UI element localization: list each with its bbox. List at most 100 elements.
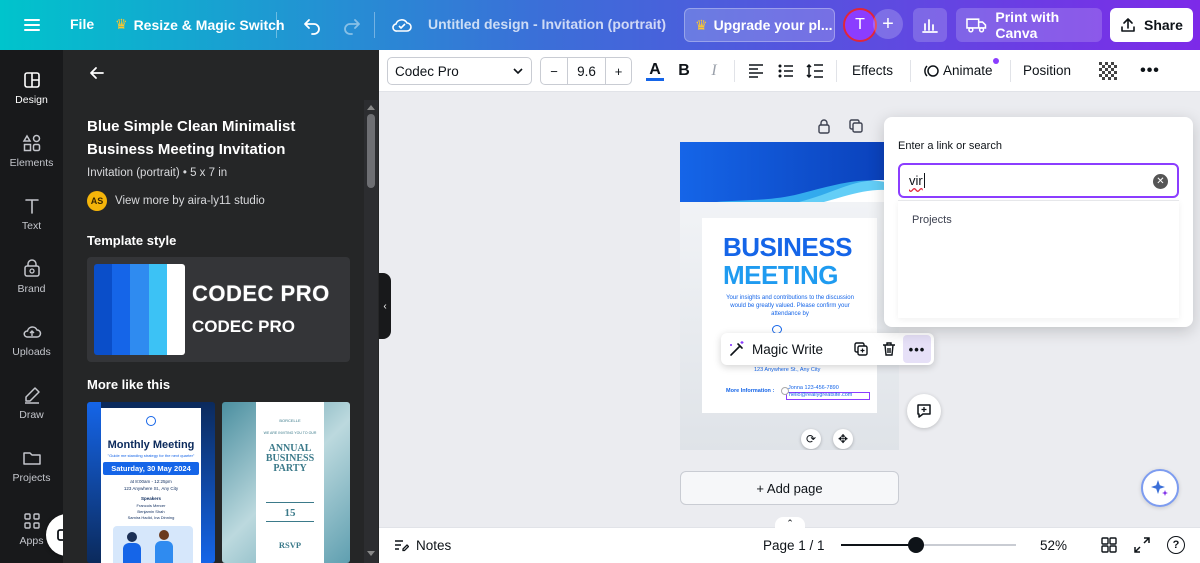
chevron-down-icon <box>513 68 523 75</box>
magic-write-button[interactable]: Magic Write <box>721 340 847 358</box>
zoom-level[interactable]: 52% <box>1040 538 1067 553</box>
rail-item-brand[interactable]: Brand <box>0 249 63 305</box>
panel-scrollbar[interactable] <box>364 100 378 563</box>
folder-icon <box>22 452 41 465</box>
increase-size-button[interactable]: + <box>605 58 631 84</box>
font-size-value[interactable]: 9.6 <box>568 58 605 84</box>
link-search-input[interactable]: vir ✕ <box>898 163 1179 198</box>
design-email-selected[interactable]: hello@reallygreatsite.com <box>786 392 870 400</box>
cloud-saved-icon[interactable] <box>384 7 420 43</box>
rail-item-design[interactable]: Design <box>0 60 63 116</box>
line-spacing-icon[interactable] <box>804 60 826 82</box>
text-color-icon[interactable]: A <box>644 60 666 82</box>
collapse-pages-button[interactable]: ⌃ <box>775 517 805 529</box>
design-more-info[interactable]: More Information : <box>726 388 774 394</box>
rail-item-elements[interactable]: Elements <box>0 123 63 179</box>
more-icon[interactable]: ••• <box>903 335 931 363</box>
thumb-speaker: Benjamin Shah <box>137 509 165 514</box>
clear-input-icon[interactable]: ✕ <box>1153 174 1168 189</box>
rotate-handle[interactable]: ⟳ <box>801 429 821 449</box>
selection-handle[interactable] <box>781 387 789 395</box>
grid-view-icon[interactable] <box>1101 537 1117 556</box>
thumb-speaker: Francois Mercer <box>136 503 166 508</box>
author-link[interactable]: AS View more by aira-ly11 studio <box>87 191 265 211</box>
decrease-size-button[interactable]: − <box>541 58 568 84</box>
effects-button[interactable]: Effects <box>852 63 893 78</box>
bulleted-list-icon[interactable] <box>775 60 797 82</box>
template-title: Blue Simple Clean Minimalist Business Me… <box>87 118 296 158</box>
collapse-panel-button[interactable]: ‹ <box>379 273 391 339</box>
align-left-icon[interactable] <box>745 60 767 82</box>
pen-icon <box>24 387 40 404</box>
template-thumbnail[interactable]: Monthly Meeting "Guide me standing strat… <box>87 402 215 563</box>
trash-icon[interactable] <box>875 335 903 363</box>
design-phone[interactable]: Jonna 123-456-7890 <box>788 385 839 391</box>
menu-icon[interactable] <box>14 7 50 43</box>
template-thumbnail[interactable]: BORCELLE WE ARE INVITING YOU TO OUR ANNU… <box>222 402 350 563</box>
fullscreen-icon[interactable] <box>1134 537 1150 556</box>
brand-icon <box>23 259 40 277</box>
link-popup: Enter a link or search vir ✕ Projects <box>884 117 1193 327</box>
magic-assistant-button[interactable] <box>1141 469 1179 507</box>
design-heading-1[interactable]: BUSINESS <box>723 232 852 263</box>
bar-chart-icon <box>922 19 938 33</box>
toolbar-divider <box>1010 60 1011 82</box>
share-button[interactable]: Share <box>1110 8 1193 42</box>
more-options-icon[interactable]: ••• <box>1139 60 1161 82</box>
scroll-up-icon <box>367 105 375 110</box>
author-link-label: View more by aira-ly11 studio <box>115 195 265 207</box>
toolbar-divider <box>734 60 735 82</box>
rail-label: Draw <box>19 409 44 421</box>
logo-icon <box>146 416 156 426</box>
apps-icon <box>23 513 40 529</box>
rail-item-text[interactable]: Text <box>0 186 63 242</box>
rail-item-projects[interactable]: Projects <box>0 438 63 494</box>
duplicate-page-icon[interactable] <box>848 118 864 134</box>
link-search-value: vir <box>909 173 923 188</box>
transparency-icon[interactable] <box>1097 60 1119 82</box>
truck-icon <box>966 18 987 33</box>
back-arrow-icon[interactable] <box>88 64 108 84</box>
notes-button[interactable]: Notes <box>393 537 451 553</box>
help-icon[interactable]: ? <box>1167 536 1185 554</box>
redo-icon[interactable] <box>334 7 370 43</box>
left-rail: Design Elements Text Brand Uploads Draw … <box>0 50 63 563</box>
thumb-header: WE ARE INVITING YOU TO OUR <box>263 431 317 435</box>
thumb-city: 123 Anywhere St., Any City <box>123 486 179 491</box>
file-menu-button[interactable]: File <box>70 16 94 32</box>
rail-item-draw[interactable]: Draw <box>0 375 63 431</box>
zoom-slider-fill <box>841 544 917 546</box>
design-address[interactable]: 123 Anywhere St., Any City <box>754 367 820 373</box>
font-family-select[interactable]: Codec Pro <box>387 57 532 85</box>
document-title[interactable]: Untitled design - Invitation (portrait) <box>428 16 666 32</box>
italic-icon[interactable]: I <box>703 60 725 82</box>
position-button[interactable]: Position <box>1023 63 1071 78</box>
resize-magic-switch-button[interactable]: ♛ Resize & Magic Switch <box>115 16 285 33</box>
animate-button[interactable]: Animate <box>943 63 993 78</box>
insights-button[interactable] <box>913 8 947 42</box>
thumb-time: at 8:00am - 12:25pm <box>130 479 172 484</box>
undo-icon[interactable] <box>294 7 330 43</box>
rail-label: Apps <box>19 535 44 547</box>
color-palette <box>94 264 185 355</box>
rail-item-uploads[interactable]: Uploads <box>0 312 63 368</box>
upgrade-button[interactable]: ♛ Upgrade your pl... <box>684 8 835 42</box>
move-handle[interactable]: ✥ <box>833 429 853 449</box>
design-page[interactable]: BUSINESS MEETING Your insights and contr… <box>680 142 899 450</box>
bold-icon[interactable]: B <box>673 60 695 82</box>
font-size-stepper[interactable]: − 9.6 + <box>540 57 632 85</box>
add-comment-button[interactable] <box>907 394 941 428</box>
design-body-text[interactable]: Your insights and contributions to the d… <box>726 294 854 318</box>
user-avatar[interactable]: T <box>843 8 877 42</box>
add-page-button[interactable]: + Add page <box>680 471 899 505</box>
scrollbar-thumb[interactable] <box>367 114 375 188</box>
duplicate-icon[interactable] <box>847 335 875 363</box>
page-indicator[interactable]: Page 1 / 1 <box>763 538 825 553</box>
design-heading-2[interactable]: MEETING <box>723 260 838 291</box>
lock-icon[interactable] <box>816 118 832 134</box>
print-with-canva-button[interactable]: Print with Canva <box>956 8 1102 42</box>
animate-icon[interactable] <box>921 60 943 82</box>
template-style-card[interactable]: CODEC PRO CODEC PRO <box>87 257 350 362</box>
template-style-heading: Template style <box>87 233 177 248</box>
add-collaborator-button[interactable]: + <box>873 9 903 39</box>
